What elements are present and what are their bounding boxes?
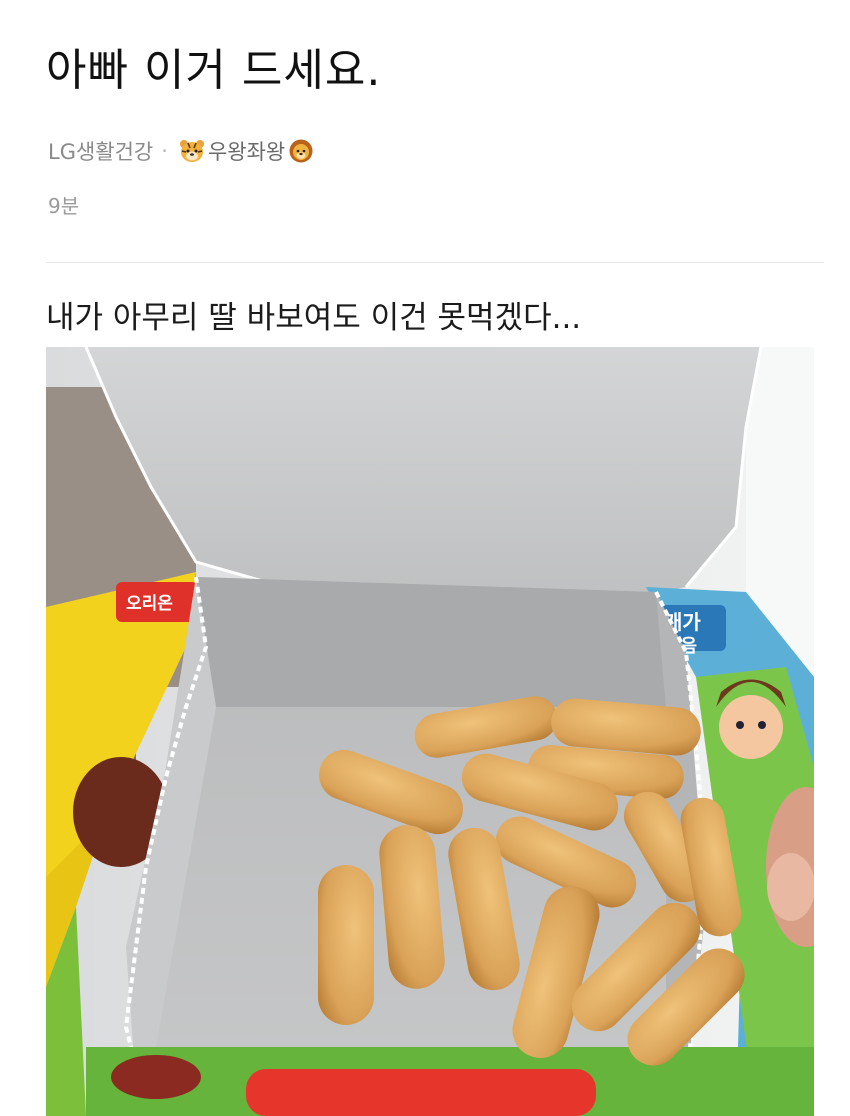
post-meta: LG생활건강 · 우왕좌왕 (48, 136, 317, 166)
divider (46, 262, 824, 263)
tiger-face-icon (179, 140, 204, 162)
author[interactable]: 우왕좌왕 (176, 136, 317, 166)
post-title: 아빠 이거 드세요. (46, 45, 382, 96)
post-photo[interactable]: 개가 묶음 오리온 (46, 347, 814, 1116)
post-body: 내가 아무리 딸 바보여도 이건 못먹겠다... (46, 300, 582, 336)
svg-text:오리온: 오리온 (126, 594, 173, 614)
cookie-box-illustration: 개가 묶음 오리온 (46, 347, 814, 1116)
author-name: 우왕좌왕 (207, 140, 286, 164)
brand-label: 오리온 (116, 582, 198, 622)
board-name[interactable]: LG생활건강 (48, 136, 153, 166)
post-time: 9분 (48, 194, 80, 218)
lion-face-icon (289, 139, 313, 163)
meta-separator: · (161, 139, 168, 163)
